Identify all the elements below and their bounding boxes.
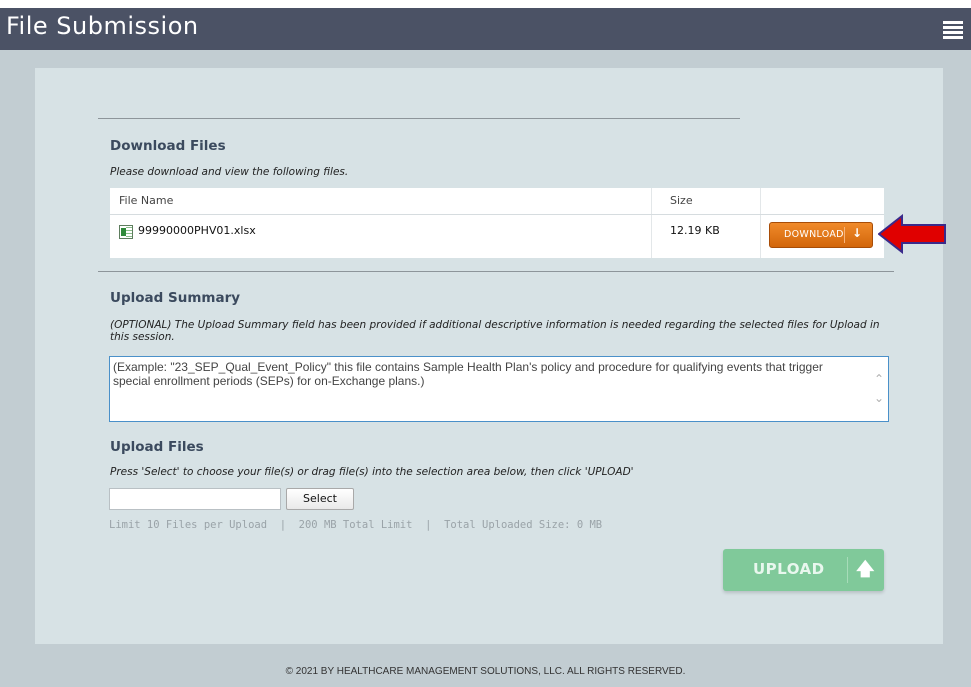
scroll-up-icon[interactable]: ⌃	[874, 372, 884, 386]
upload-limits: Limit 10 Files per Upload | 200 MB Total…	[109, 519, 603, 531]
button-divider	[847, 557, 848, 583]
upload-files-heading: Upload Files	[110, 439, 204, 455]
limit-files-text: Limit 10 Files per Upload	[109, 519, 268, 531]
file-size-cell: 12.19 KB	[670, 224, 720, 237]
select-files-button[interactable]: Select	[286, 488, 354, 510]
uploaded-size-text: Total Uploaded Size: 0 MB	[444, 519, 603, 531]
page-title: File Submission	[6, 12, 199, 40]
download-files-note: Please download and view the following f…	[110, 166, 349, 178]
button-divider	[844, 227, 845, 243]
column-divider	[760, 188, 761, 258]
upload-summary-heading: Upload Summary	[110, 290, 241, 306]
upload-arrow-icon: 🡅	[856, 559, 875, 580]
download-button-label: DOWNLOAD	[784, 229, 844, 240]
download-files-table: File Name Size 99990000PHV01.xlsx 12.19 …	[110, 188, 884, 258]
upload-summary-note: (OPTIONAL) The Upload Summary field has …	[110, 319, 880, 343]
top-divider	[98, 118, 740, 119]
file-name-cell[interactable]: 99990000PHV01.xlsx	[138, 224, 256, 237]
top-caption-strip	[0, 0, 971, 8]
file-selection-input[interactable]	[109, 488, 281, 510]
app-header: File Submission	[0, 8, 971, 50]
upload-files-note: Press 'Select' to choose your file(s) or…	[110, 466, 634, 478]
upload-button[interactable]: UPLOAD 🡅	[723, 549, 884, 591]
scroll-down-icon[interactable]: ⌄	[874, 391, 884, 405]
section-divider	[98, 271, 894, 272]
upload-summary-text: (Example: "23_SEP_Qual_Event_Policy" thi…	[113, 360, 823, 388]
column-divider	[651, 188, 652, 258]
header-row-divider	[110, 214, 884, 215]
excel-file-icon	[119, 225, 133, 239]
hamburger-menu-icon[interactable]	[943, 21, 963, 39]
download-arrow-icon: ↓	[852, 226, 863, 240]
column-header-size: Size	[670, 194, 693, 207]
red-pointer-arrow-icon	[878, 214, 946, 254]
column-header-file-name: File Name	[119, 194, 174, 207]
download-files-heading: Download Files	[110, 138, 226, 154]
footer-copyright: © 2021 BY HEALTHCARE MANAGEMENT SOLUTION…	[285, 666, 686, 677]
upload-summary-textarea[interactable]: (Example: "23_SEP_Qual_Event_Policy" thi…	[109, 356, 889, 422]
limit-size-text: 200 MB Total Limit	[298, 519, 413, 531]
upload-button-label: UPLOAD	[753, 560, 825, 578]
download-button[interactable]: DOWNLOAD ↓	[769, 222, 873, 248]
